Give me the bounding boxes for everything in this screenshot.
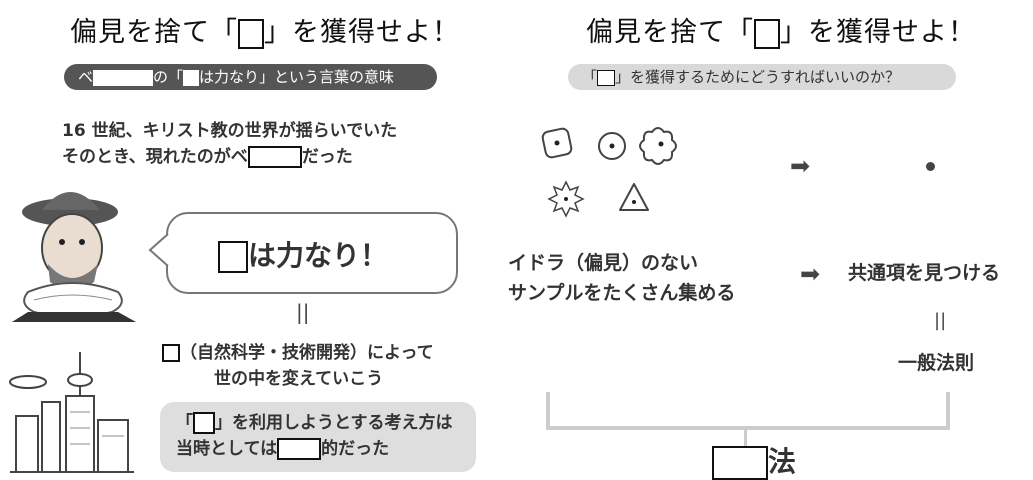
common-factor-text: 共通項を見つける bbox=[848, 262, 1001, 284]
science-line-1-text: （自然科学・技術開発）によって bbox=[180, 343, 434, 363]
callout-line-2-pre: 当時としては bbox=[176, 439, 278, 459]
bacon-portrait-illustration bbox=[12, 192, 136, 322]
intro-line-2-post: だった bbox=[301, 147, 353, 167]
method-label: 法 bbox=[712, 440, 796, 480]
callout-line-1: 「 」を利用しようとする考え方は bbox=[176, 410, 453, 436]
bubble-text: は力なり！ bbox=[218, 234, 388, 274]
blank-box bbox=[238, 18, 264, 49]
intro-line-2-pre: そのとき、現れたのがベ bbox=[62, 147, 248, 167]
science-line-1: （自然科学・技術開発）によって bbox=[162, 340, 434, 366]
idola-text: イドラ（偏見）のない サンプルをたくさん集める bbox=[508, 248, 735, 308]
callout-text: 「 」を利用しようとする考え方は 当時としては 的だった bbox=[176, 410, 453, 462]
blank-box bbox=[162, 344, 180, 362]
bubble-tail bbox=[148, 233, 169, 267]
intro-text: 16 世紀、キリスト教の世界が揺らいでいた そのとき、現れたのがベ だった bbox=[62, 118, 397, 170]
blank-box bbox=[183, 69, 200, 86]
idola-shapes-illustration bbox=[541, 127, 677, 218]
left-title-post: 」を獲得せよ！ bbox=[264, 17, 460, 48]
pill-text-c: は力なり」という言葉の意味 bbox=[199, 68, 395, 86]
blank-box bbox=[193, 412, 215, 434]
callout-line-1-pre: 「 bbox=[176, 413, 193, 433]
equals-sign: || bbox=[934, 310, 947, 331]
method-suffix: 法 bbox=[768, 445, 797, 478]
right-title-pre: 偏見を捨て「 bbox=[586, 17, 754, 48]
blank-box bbox=[247, 146, 302, 168]
pill-text-b: 」を獲得するためにどうすればいいのか？ bbox=[615, 68, 901, 86]
intro-line-1: 16 世紀、キリスト教の世界が揺らいでいた bbox=[62, 121, 398, 141]
pill-text-a: ベ bbox=[78, 68, 94, 86]
blank-box bbox=[218, 241, 248, 273]
blank-box bbox=[93, 69, 154, 86]
science-line-2: 世の中を変えていこう bbox=[214, 369, 384, 389]
right-title-post: 」を獲得せよ！ bbox=[780, 17, 976, 48]
intro-line-2: そのとき、現れたのがベ だった bbox=[62, 144, 397, 170]
idola-line-1: イドラ（偏見）のない bbox=[508, 252, 699, 274]
general-law-text: 一般法則 bbox=[898, 352, 975, 374]
left-title-pre: 偏見を捨て「 bbox=[70, 17, 238, 48]
left-title: 偏見を捨て「 」を獲得せよ！ bbox=[70, 10, 460, 49]
callout-line-1-post: 」を利用しようとする考え方は bbox=[215, 413, 453, 433]
right-section-pill: 「」を獲得するためにどうすればいいのか？ bbox=[568, 64, 956, 90]
right-title: 偏見を捨て「 」を獲得せよ！ bbox=[586, 10, 976, 49]
left-section-pill: ベ の「 は力なり」という言葉の意味 bbox=[64, 64, 437, 90]
callout-line-2: 当時としては 的だった bbox=[176, 436, 453, 462]
dot-icon bbox=[926, 162, 935, 171]
callout-line-2-post: 的だった bbox=[321, 439, 390, 459]
science-text: （自然科学・技術開発）によって 世の中を変えていこう bbox=[162, 340, 434, 392]
blank-box bbox=[277, 438, 322, 460]
blank-box bbox=[597, 69, 616, 86]
bracket bbox=[546, 392, 950, 430]
bubble-text-label: は力なり！ bbox=[248, 239, 389, 272]
blank-box bbox=[712, 446, 768, 480]
pill-text-a: 「 bbox=[582, 68, 598, 86]
arrow-right-icon: ➡ bbox=[800, 260, 821, 288]
city-illustration bbox=[9, 352, 134, 473]
pill-text-b: の「 bbox=[153, 68, 184, 86]
equals-sign: || bbox=[296, 300, 310, 324]
arrow-right-icon: ➡ bbox=[790, 152, 811, 180]
blank-box bbox=[754, 18, 780, 49]
idola-line-2: サンプルをたくさん集める bbox=[508, 282, 736, 304]
